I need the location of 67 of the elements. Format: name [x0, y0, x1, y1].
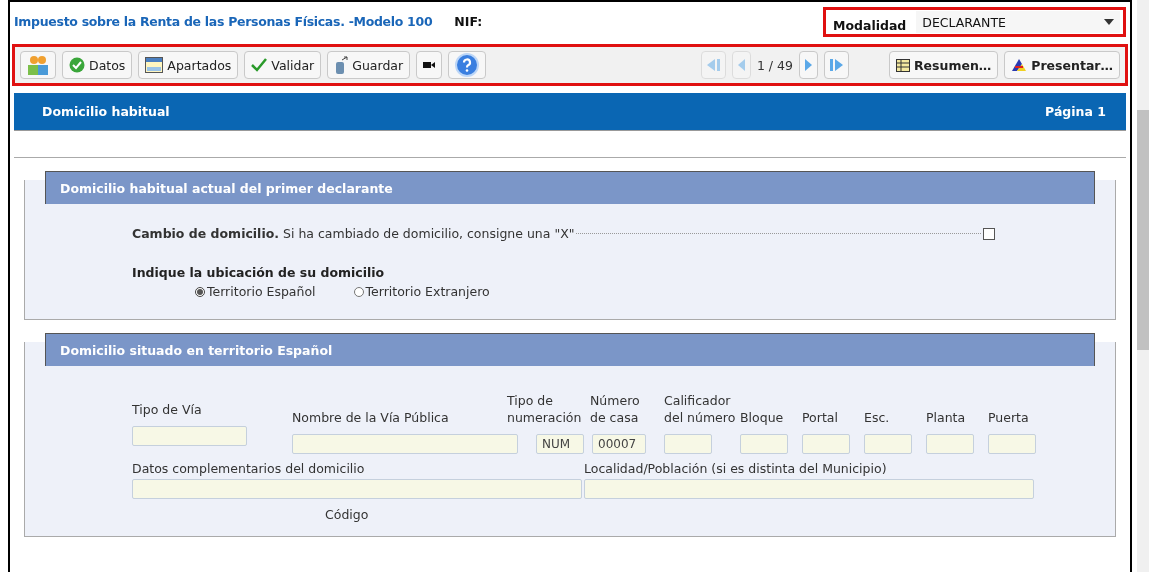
checkbox[interactable]: [983, 227, 995, 240]
field-label: Tipo de Vía: [132, 401, 203, 418]
modalidad-dropdown[interactable]: DECLARANTE: [916, 11, 1120, 33]
field-label: Tipo de numeración: [507, 392, 583, 426]
input-field[interactable]: [740, 434, 788, 454]
nif-label: NIF:: [454, 13, 483, 29]
section-title: Domicilio situado en territorio Español: [60, 342, 333, 358]
page-title: Domicilio habitual: [42, 104, 170, 119]
field-label: Calificador del número: [664, 392, 737, 426]
radio-label: Territorio Extranjero: [365, 284, 490, 299]
input-field[interactable]: NUM: [536, 434, 584, 454]
video-camera-icon: [423, 61, 436, 69]
check-icon: [251, 58, 268, 72]
input-field[interactable]: 00007: [592, 434, 646, 454]
form-title: Impuesto sobre la Renta de las Personas Físicas. -Modelo 100: [14, 13, 433, 29]
last-page-icon: [829, 59, 843, 71]
field-label: Datos complementarios del domicilio: [132, 460, 366, 477]
field-label: Código: [325, 507, 370, 522]
logo-icon: [1011, 58, 1028, 72]
question-label: Indique la ubicación de su domicilio: [132, 265, 386, 280]
field-label: Localidad/Población (si es distinta del Municipio): [584, 460, 888, 477]
caret-icon: [1104, 19, 1114, 25]
check-circle-icon: [69, 57, 85, 73]
input-field[interactable]: [292, 434, 518, 454]
change-address-text: Cambio de domicilio. Si ha cambiado de domicilio, consigne una "X": [132, 226, 575, 241]
field-label: Portal: [802, 409, 839, 426]
right-triangle-icon: [804, 59, 812, 71]
submit-button[interactable]: Presentar…: [1004, 51, 1120, 79]
field-label: Bloque: [740, 409, 785, 426]
page-counter: 1 / 49: [756, 57, 793, 73]
last-page-button[interactable]: [823, 51, 849, 79]
summary-button[interactable]: Resumen…: [888, 51, 999, 79]
modalidad-label: Modalidad: [833, 17, 907, 33]
toolbar-button[interactable]: Validar: [244, 51, 322, 79]
help-button[interactable]: [448, 51, 487, 79]
input-field[interactable]: [664, 434, 712, 454]
help-icon: [455, 53, 480, 77]
video-button[interactable]: [416, 51, 443, 79]
radio-button[interactable]: [353, 286, 364, 297]
field-label: Esc.: [864, 409, 891, 426]
input-field[interactable]: [584, 479, 1034, 499]
input-field[interactable]: [132, 426, 247, 446]
radio-label: Territorio Español: [207, 284, 316, 299]
people-button[interactable]: [20, 51, 56, 79]
scrollbar-thumb[interactable]: [1137, 110, 1149, 350]
toolbar-button[interactable]: Datos: [62, 51, 133, 79]
input-field[interactable]: [864, 434, 912, 454]
grid-icon: [145, 57, 164, 73]
input-field[interactable]: [988, 434, 1036, 454]
table-icon: [895, 58, 910, 72]
section-title: Domicilio habitual actual del primer declarante: [60, 180, 393, 196]
bottle-icon: [334, 56, 349, 74]
input-field[interactable]: [926, 434, 974, 454]
toolbar-button[interactable]: Apartados: [138, 51, 239, 79]
field-label: Nombre de la Vía Pública: [292, 409, 450, 426]
next-page-button[interactable]: [798, 51, 818, 79]
input-field[interactable]: [132, 479, 582, 499]
field-label: Puerta: [988, 409, 1030, 426]
first-page-icon: [706, 59, 720, 71]
field-label: Número de casa: [590, 392, 641, 426]
people-icon: [27, 55, 49, 75]
toolbar-button[interactable]: Guardar: [327, 51, 411, 79]
left-triangle-icon: [737, 59, 745, 71]
page-number: Página 1: [1045, 104, 1106, 119]
input-field[interactable]: [802, 434, 850, 454]
radio-button[interactable]: [195, 286, 205, 297]
field-label: Planta: [926, 409, 967, 426]
